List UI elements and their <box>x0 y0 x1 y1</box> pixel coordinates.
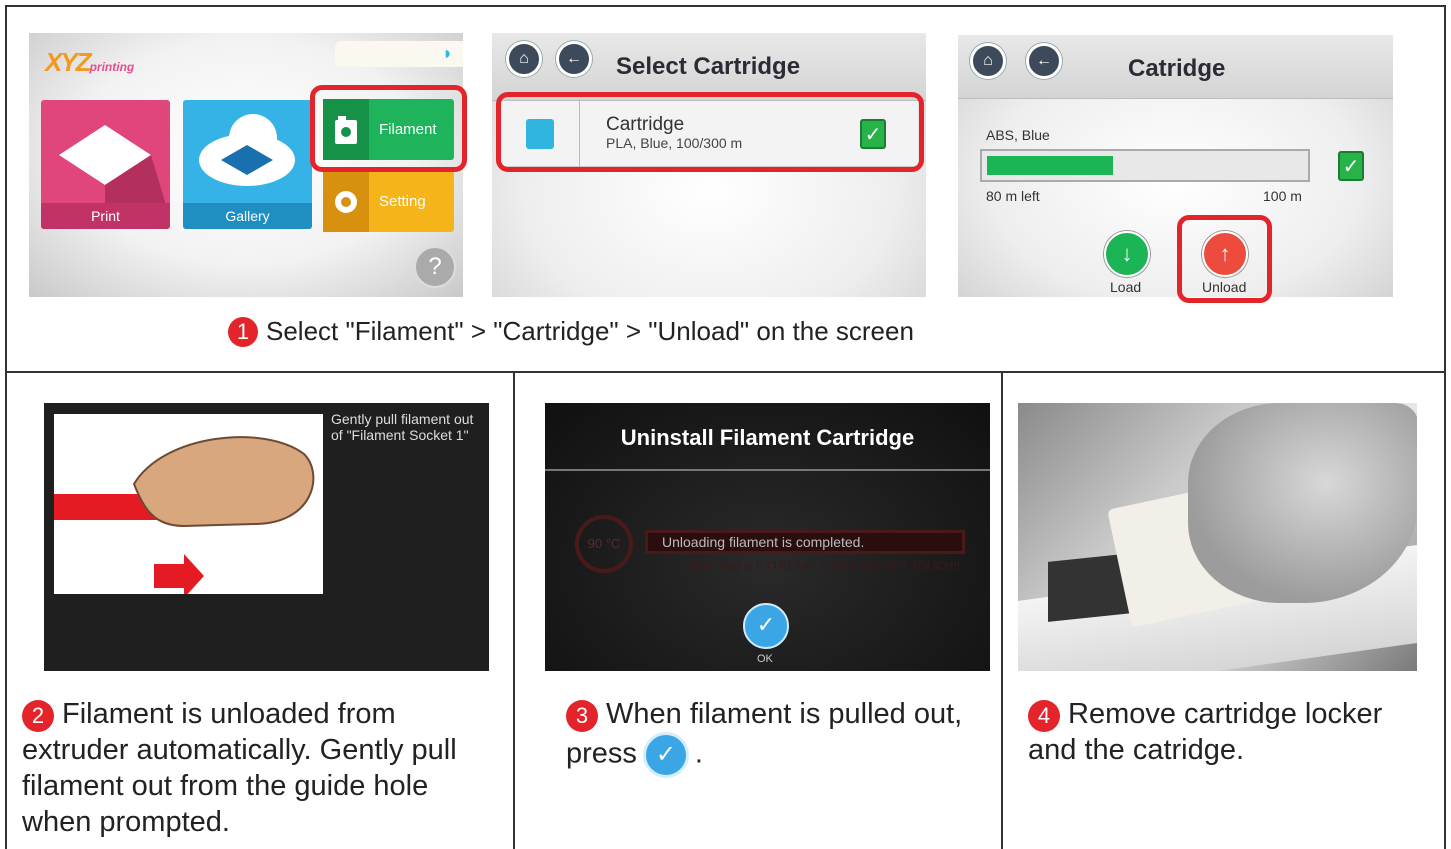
catridge-screen: ⌂ ← Catridge ABS, Blue ✓ 80 m left 100 m… <box>958 35 1393 297</box>
home-icon[interactable]: ⌂ <box>506 41 542 77</box>
column-divider-2 <box>1001 372 1003 849</box>
setting-label: Setting <box>379 193 426 210</box>
step-3-number: 3 <box>566 700 598 732</box>
print-icon <box>59 125 166 205</box>
gear-icon <box>323 171 369 232</box>
setting-tile[interactable]: Setting <box>323 171 454 232</box>
title-bar: ⌂ ← Select Cartridge <box>492 33 926 101</box>
xyz-logo: XYZprinting <box>45 47 135 77</box>
step-2-caption: 2 Filament is unloaded from extruder auto… <box>22 696 494 840</box>
step-2-number: 2 <box>22 700 54 732</box>
step-4-caption: 4 Remove cartridge locker and the catridg… <box>1028 696 1428 768</box>
max-label: 100 m <box>1263 188 1302 204</box>
load-label: Load <box>1110 279 1142 295</box>
hot-warning: Print Bed is EXTREMELY HOT. DO NOT TOUCH… <box>691 559 960 573</box>
unload-complete-message: Unloading filament is completed. <box>645 530 965 554</box>
step-1-caption: 1 Select "Filament" > "Cartridge" > "Unl… <box>228 316 914 347</box>
step-4-text: Remove cartridge locker and the catridge… <box>1028 698 1383 766</box>
progress-fill <box>987 156 1113 175</box>
home-icon[interactable]: ⌂ <box>970 43 1006 79</box>
pull-instruction: Gently pull filament out of "Filament So… <box>331 411 474 443</box>
load-icon[interactable]: ↓ <box>1104 231 1150 277</box>
step-1-text: Select "Filament" > "Cartridge" > "Unloa… <box>266 316 914 346</box>
select-cartridge-title: Select Cartridge <box>616 53 801 80</box>
help-button[interactable]: ? <box>414 246 456 288</box>
pull-filament-screen: Gently pull filament out of "Filament So… <box>44 403 489 671</box>
uninstall-title: Uninstall Filament Cartridge <box>620 425 915 450</box>
step-1-number: 1 <box>228 316 258 347</box>
step-2-text: Filament is unloaded from extruder autom… <box>22 698 457 838</box>
step-3-text: When filament is pulled out, press <box>566 698 963 770</box>
uninstall-screen: Uninstall Filament Cartridge 90 °C Unloa… <box>545 403 990 671</box>
row-divider <box>5 371 1446 373</box>
status-bar: ◗ <box>335 41 463 67</box>
column-divider-1 <box>513 372 515 849</box>
back-icon[interactable]: ← <box>1026 43 1062 79</box>
ok-button[interactable]: ✓ <box>743 603 789 649</box>
separator <box>545 469 990 471</box>
filament-progress-bar <box>980 149 1310 182</box>
material-label: ABS, Blue <box>986 127 1050 143</box>
cartridge-photo <box>1018 403 1417 671</box>
highlight-cartridge <box>496 92 924 172</box>
hand <box>1188 403 1417 603</box>
step-3-caption: 3 When filament is pulled out, press ✓. <box>566 696 986 778</box>
check-icon: ✓ <box>642 732 689 778</box>
wifi-icon: ◗ <box>442 43 453 63</box>
gallery-tile[interactable]: Gallery <box>183 100 312 229</box>
step-3-period: . <box>694 737 703 770</box>
catridge-title: Catridge <box>1128 55 1226 82</box>
print-tile[interactable]: Print <box>41 100 170 229</box>
print-label: Print <box>41 203 170 229</box>
back-icon[interactable]: ← <box>556 41 592 77</box>
pull-illustration <box>54 414 323 598</box>
gallery-label: Gallery <box>183 203 312 229</box>
remaining-label: 80 m left <box>986 188 1040 204</box>
temperature-ring: 90 °C <box>575 515 633 573</box>
step-4-number: 4 <box>1028 700 1060 732</box>
ok-label: OK <box>757 653 773 665</box>
check-icon: ✓ <box>1338 151 1364 181</box>
highlight-unload <box>1177 215 1272 303</box>
cloud-icon <box>199 114 295 186</box>
title-bar: ⌂ ← Catridge <box>958 35 1393 99</box>
highlight-filament <box>310 85 467 172</box>
